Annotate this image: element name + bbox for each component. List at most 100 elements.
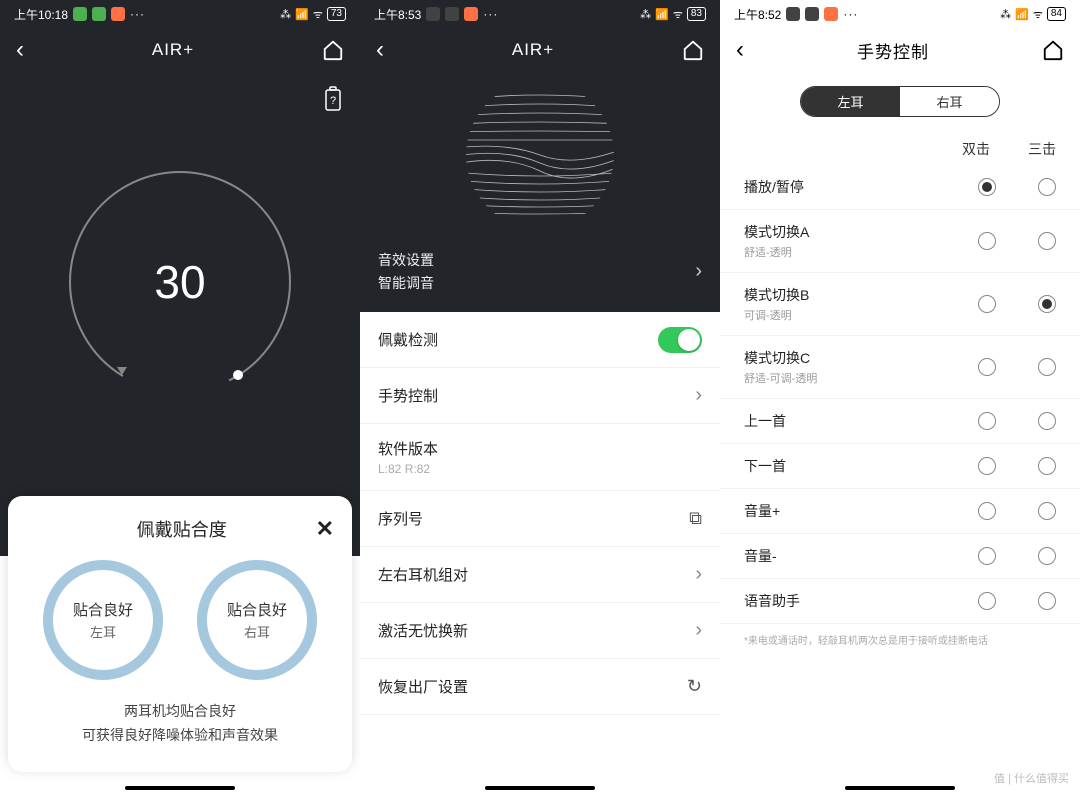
radio-double-tap[interactable] bbox=[978, 592, 996, 610]
wifi-icon: ᯤ bbox=[1033, 7, 1043, 22]
bluetooth-icon: ⁂ bbox=[280, 8, 291, 21]
row-warranty[interactable]: 激活无忧换新 › bbox=[360, 603, 720, 659]
gesture-label: 语音助手 bbox=[744, 591, 936, 611]
radio-double-tap[interactable] bbox=[978, 547, 996, 565]
status-time: 上午10:18 bbox=[14, 6, 68, 23]
sound-hero[interactable]: 音效设置 智能调音 › bbox=[360, 72, 720, 312]
radio-triple-tap[interactable] bbox=[1038, 592, 1056, 610]
svg-text:?: ? bbox=[330, 95, 336, 107]
radio-double-tap[interactable] bbox=[978, 295, 996, 313]
gesture-label: 模式切换A bbox=[744, 222, 936, 242]
head-triple-tap: 三击 bbox=[1028, 139, 1056, 159]
home-button[interactable] bbox=[682, 39, 704, 61]
gauge-area: ? 30 bbox=[0, 72, 360, 556]
wifi-icon: ᯤ bbox=[673, 7, 683, 22]
app-icon-wechat2 bbox=[92, 7, 106, 21]
app-icon bbox=[786, 7, 800, 21]
radio-double-tap[interactable] bbox=[978, 502, 996, 520]
gesture-label: 上一首 bbox=[744, 411, 936, 431]
chevron-right-icon: › bbox=[695, 563, 702, 586]
watermark: 值 | 什么值得买 bbox=[989, 768, 1074, 788]
hero-line1: 音效设置 bbox=[378, 249, 434, 271]
row-serial[interactable]: 序列号 ⧉ bbox=[360, 491, 720, 547]
screen-gesture: 上午8:52 ··· ⁂ 📶 ᯤ 84 ‹ 手势控制 左耳 右耳 双击 三击 播… bbox=[720, 0, 1080, 794]
fit-right-ear: 右耳 bbox=[244, 622, 270, 641]
gesture-header: 双击 三击 bbox=[720, 131, 1080, 165]
app-icon-mi bbox=[111, 7, 125, 21]
status-time: 上午8:52 bbox=[734, 6, 781, 23]
hero-line2: 智能调音 bbox=[378, 272, 434, 294]
row-pair[interactable]: 左右耳机组对 › bbox=[360, 547, 720, 603]
copy-icon[interactable]: ⧉ bbox=[689, 508, 702, 529]
settings-list: 佩戴检测 手势控制 › 软件版本 L:82 R:82 序列号 ⧉ 左右耳机组对 … bbox=[360, 312, 720, 794]
more-icon: ··· bbox=[483, 7, 498, 21]
radio-double-tap[interactable] bbox=[978, 358, 996, 376]
gesture-row: 音量+ bbox=[720, 489, 1080, 534]
seg-right-ear[interactable]: 右耳 bbox=[900, 87, 999, 116]
back-button[interactable]: ‹ bbox=[736, 36, 744, 64]
gesture-sublabel: 舒适-透明 bbox=[744, 244, 936, 260]
gesture-label: 模式切换C bbox=[744, 348, 936, 368]
row-wear-detect[interactable]: 佩戴检测 bbox=[360, 312, 720, 368]
radio-triple-tap[interactable] bbox=[1038, 358, 1056, 376]
radio-double-tap[interactable] bbox=[978, 457, 996, 475]
back-button[interactable]: ‹ bbox=[16, 36, 24, 64]
radio-triple-tap[interactable] bbox=[1038, 547, 1056, 565]
status-bar: 上午10:18 ··· ⁂ 📶 ᯤ 73 bbox=[0, 0, 360, 28]
row-version[interactable]: 软件版本 L:82 R:82 bbox=[360, 424, 720, 491]
fit-left-ear: 左耳 bbox=[90, 622, 116, 641]
app-icon bbox=[426, 7, 440, 21]
radio-triple-tap[interactable] bbox=[1038, 457, 1056, 475]
gauge-ring[interactable]: 30 bbox=[60, 162, 300, 402]
orb-graphic bbox=[465, 80, 615, 230]
radio-double-tap[interactable] bbox=[978, 178, 996, 196]
fit-ring-left: 贴合良好 左耳 bbox=[43, 560, 163, 680]
gesture-label: 模式切换B bbox=[744, 285, 936, 305]
radio-double-tap[interactable] bbox=[978, 232, 996, 250]
ear-segment: 左耳 右耳 bbox=[800, 86, 1000, 117]
more-icon: ··· bbox=[843, 7, 858, 21]
gesture-label: 下一首 bbox=[744, 456, 936, 476]
row-gesture[interactable]: 手势控制 › bbox=[360, 368, 720, 424]
radio-triple-tap[interactable] bbox=[1038, 295, 1056, 313]
wifi-icon: ᯤ bbox=[313, 7, 323, 22]
status-bar: 上午8:53 ··· ⁂ 📶 ᯤ 83 bbox=[360, 0, 720, 28]
gesture-sublabel: 舒适-可调-透明 bbox=[744, 370, 936, 386]
seg-left-ear[interactable]: 左耳 bbox=[801, 87, 900, 116]
gesture-row: 模式切换B可调-透明 bbox=[720, 273, 1080, 336]
row-reset[interactable]: 恢复出厂设置 ↻ bbox=[360, 659, 720, 715]
gesture-row: 模式切换A 舒适-透明 bbox=[720, 210, 1080, 273]
fit-summary-1: 两耳机均贴合良好 bbox=[26, 700, 334, 724]
toggle-wear-detect[interactable] bbox=[658, 327, 702, 353]
signal-icon: 📶 bbox=[655, 8, 669, 21]
radio-triple-tap[interactable] bbox=[1038, 412, 1056, 430]
home-indicator[interactable] bbox=[125, 786, 235, 790]
radio-triple-tap[interactable] bbox=[1038, 178, 1056, 196]
screen-fit-test: 上午10:18 ··· ⁂ 📶 ᯤ 73 ‹ AIR+ ? bbox=[0, 0, 360, 794]
home-indicator[interactable] bbox=[485, 786, 595, 790]
more-icon: ··· bbox=[130, 7, 145, 21]
chevron-right-icon: › bbox=[695, 619, 702, 642]
status-time: 上午8:53 bbox=[374, 6, 421, 23]
sheet-title: 佩戴贴合度 bbox=[48, 516, 316, 542]
gesture-label: 音量- bbox=[744, 546, 936, 566]
signal-icon: 📶 bbox=[295, 8, 309, 21]
app-icon-mi bbox=[824, 7, 838, 21]
radio-triple-tap[interactable] bbox=[1038, 502, 1056, 520]
app-icon-wechat bbox=[73, 7, 87, 21]
fit-summary-2: 可获得良好降噪体验和声音效果 bbox=[26, 724, 334, 748]
close-button[interactable]: ✕ bbox=[316, 516, 334, 542]
battery-indicator: 73 bbox=[327, 7, 346, 21]
nav-bar: ‹ AIR+ bbox=[0, 28, 360, 72]
home-button[interactable] bbox=[322, 39, 344, 61]
nav-bar: ‹ 手势控制 bbox=[720, 28, 1080, 72]
nav-title: 手势控制 bbox=[857, 38, 929, 63]
chevron-right-icon: › bbox=[695, 384, 702, 407]
home-button[interactable] bbox=[1042, 39, 1064, 61]
radio-triple-tap[interactable] bbox=[1038, 232, 1056, 250]
gesture-row: 下一首 bbox=[720, 444, 1080, 489]
home-indicator[interactable] bbox=[845, 786, 955, 790]
radio-double-tap[interactable] bbox=[978, 412, 996, 430]
back-button[interactable]: ‹ bbox=[376, 36, 384, 64]
nav-title: AIR+ bbox=[152, 40, 194, 60]
